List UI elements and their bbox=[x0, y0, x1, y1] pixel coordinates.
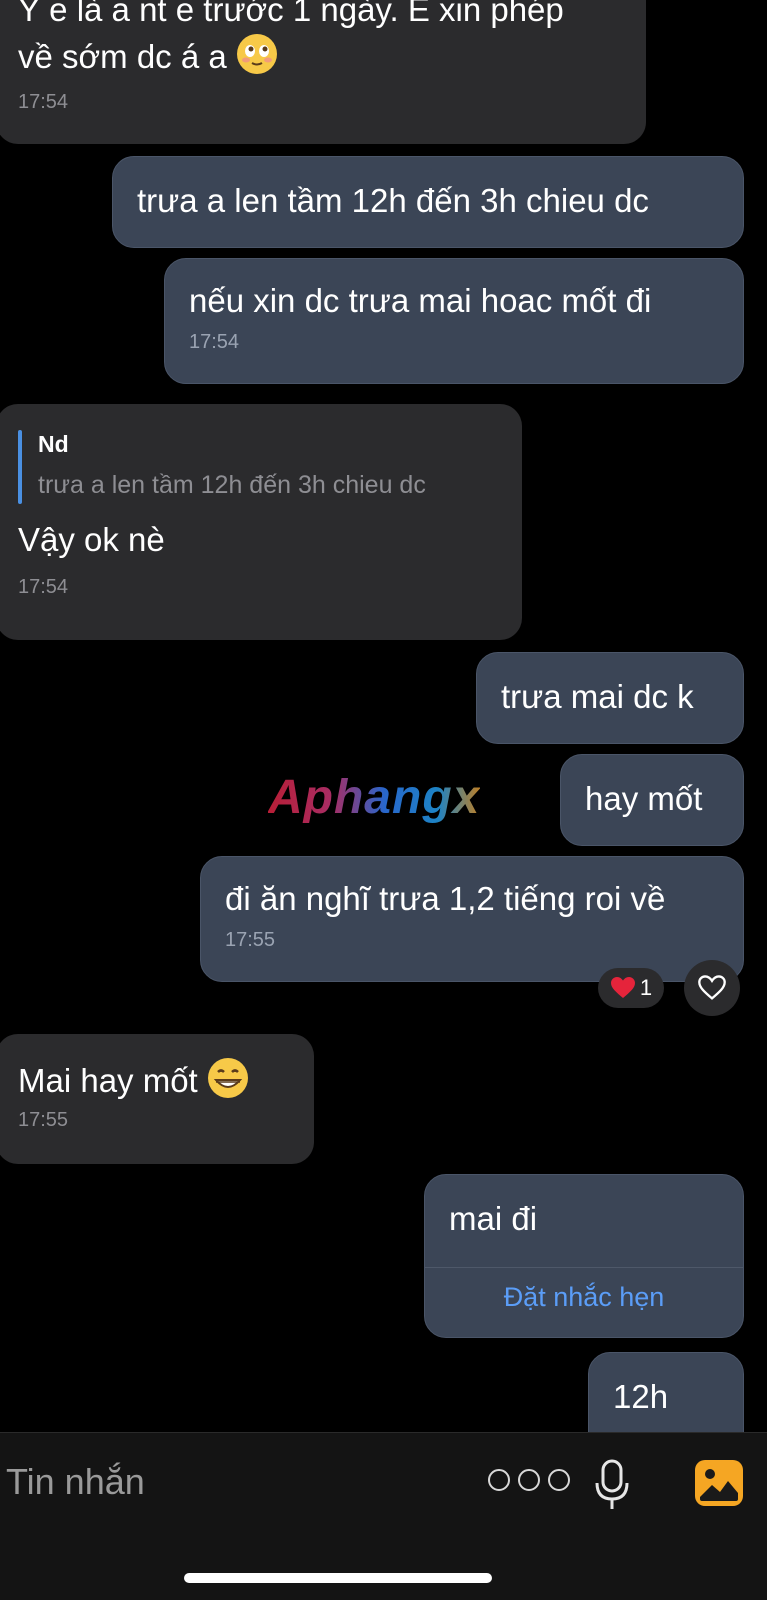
composer-bar: Tin nhắn bbox=[0, 1432, 767, 1600]
reaction-count: 1 bbox=[639, 975, 653, 1000]
chat-screen: Ý e là a nt e trước 1 ngày. E xin phép v… bbox=[0, 0, 767, 1600]
grinning-face-icon bbox=[207, 1058, 248, 1098]
message-bubble-outgoing[interactable]: trưa mai dc k bbox=[476, 652, 744, 744]
react-button[interactable] bbox=[684, 960, 740, 1016]
message-timestamp: 17:55 bbox=[225, 929, 276, 951]
message-timestamp: 17:54 bbox=[189, 331, 240, 353]
reply-quote-author: Nd bbox=[38, 431, 69, 457]
reaction-badge[interactable]: 1 bbox=[598, 968, 664, 1008]
dot bbox=[488, 1469, 510, 1491]
message-text: Vậy ok nè bbox=[18, 521, 165, 558]
message-text: về sớm dc á a bbox=[18, 32, 624, 79]
heart-icon bbox=[610, 977, 635, 998]
message-bubble-incoming-reply[interactable]: Nd trưa a len tầm 12h đến 3h chieu dc Vậ… bbox=[0, 404, 522, 640]
message-text: mai đi bbox=[449, 1200, 538, 1237]
heart-outline-icon bbox=[698, 975, 726, 1000]
image-gallery-icon[interactable] bbox=[694, 1459, 744, 1507]
message-bubble-incoming[interactable]: Mai hay mốt 17:55 bbox=[0, 1034, 314, 1164]
message-text: Mai hay mốt bbox=[18, 1056, 292, 1103]
message-timestamp: 17:54 bbox=[18, 91, 69, 113]
message-text: trưa mai dc k bbox=[501, 678, 694, 715]
message-text: nếu xin dc trưa mai hoac mốt đi bbox=[189, 282, 652, 319]
message-input[interactable]: Tin nhắn bbox=[6, 1461, 145, 1503]
reply-quote-bar bbox=[18, 430, 22, 504]
reply-quote-text: trưa a len tầm 12h đến 3h chieu dc bbox=[38, 471, 426, 499]
message-bubble-outgoing[interactable]: hay mốt bbox=[560, 754, 744, 846]
home-indicator[interactable] bbox=[184, 1573, 492, 1583]
message-bubble-outgoing[interactable]: trưa a len tầm 12h đến 3h chieu dc bbox=[112, 156, 744, 248]
message-text: Ý e là a nt e trước 1 ngày. E xin phép bbox=[18, 0, 564, 28]
microphone-icon[interactable] bbox=[594, 1459, 630, 1513]
message-timestamp: 17:54 bbox=[18, 576, 69, 598]
divider bbox=[425, 1267, 743, 1268]
message-bubble-outgoing[interactable]: đi ăn nghĩ trưa 1,2 tiếng roi về 17:55 bbox=[200, 856, 744, 982]
message-text: hay mốt bbox=[585, 780, 703, 817]
message-text: đi ăn nghĩ trưa 1,2 tiếng roi về bbox=[225, 880, 666, 917]
reply-quote[interactable]: Nd trưa a len tầm 12h đến 3h chieu dc bbox=[18, 428, 500, 504]
watermark-logo: Aphangx bbox=[268, 771, 481, 824]
dot bbox=[548, 1469, 570, 1491]
message-timestamp: 17:55 bbox=[18, 1109, 69, 1131]
message-bubble-incoming[interactable]: Ý e là a nt e trước 1 ngày. E xin phép v… bbox=[0, 0, 646, 144]
more-options-icon[interactable] bbox=[488, 1469, 570, 1493]
dot bbox=[518, 1469, 540, 1491]
message-text: 12h bbox=[613, 1378, 669, 1415]
set-reminder-link[interactable]: Đặt nhắc hẹn bbox=[425, 1279, 743, 1315]
smiling-face-with-open-eyes-icon bbox=[236, 34, 277, 74]
message-bubble-outgoing[interactable]: mai đi Đặt nhắc hẹn bbox=[424, 1174, 744, 1338]
message-text: trưa a len tầm 12h đến 3h chieu dc bbox=[137, 182, 649, 219]
message-bubble-outgoing[interactable]: nếu xin dc trưa mai hoac mốt đi 17:54 bbox=[164, 258, 744, 384]
